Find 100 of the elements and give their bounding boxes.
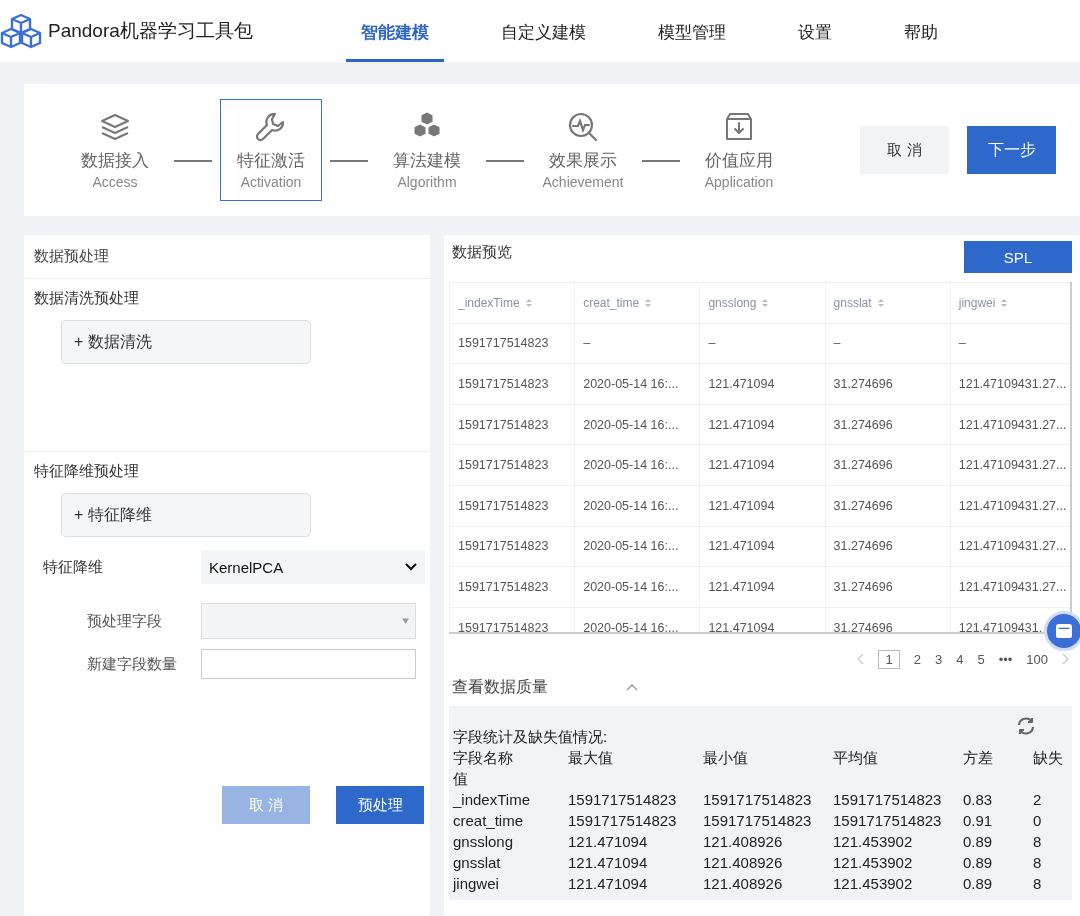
method-select[interactable]: KernelPCA: [201, 550, 425, 584]
add-reduction-button[interactable]: + 特征降维: [61, 493, 311, 537]
cancel-button[interactable]: 取 消: [860, 126, 949, 174]
nav-tab[interactable]: 模型管理: [643, 0, 741, 62]
step-item[interactable]: 特征激活 Activation: [220, 99, 322, 201]
table-cell: 31.274696: [824, 526, 950, 567]
next-step-button[interactable]: 下一步: [967, 126, 1056, 174]
section-heading: 数据清洗预处理: [34, 289, 140, 308]
table-cell: 1591717514823: [449, 404, 575, 445]
table-cell: 121.47109431.27...: [949, 526, 1070, 567]
stats-header-row-text: 字段名称 最大值 最小值 平均值 方差 缺失值: [453, 748, 1064, 789]
table-cell-text: 8: [1033, 832, 1042, 852]
nav-tab[interactable]: 帮助: [889, 0, 953, 62]
table-cell-text: jingwei: [453, 874, 500, 894]
table-cell: 121.471094: [699, 607, 825, 632]
table-cell-text: 121.471094: [568, 853, 649, 873]
table-cell-text: 121.453902: [833, 874, 914, 894]
table-cell: 121.47109431.27...: [949, 567, 1070, 607]
panel-title: 数据预处理: [34, 247, 109, 266]
spl-button[interactable]: SPL: [964, 241, 1072, 273]
table-cell-text: 0.89: [963, 853, 994, 873]
table-cell: 2020-05-14 16:...: [574, 526, 700, 567]
preprocess-button[interactable]: 预处理: [336, 786, 424, 824]
step-item[interactable]: 价值应用 Application: [688, 99, 790, 201]
page-link[interactable]: 5: [977, 651, 985, 667]
table-cell-text: 121.453902: [833, 832, 914, 852]
page-link[interactable]: 4: [956, 651, 964, 667]
table-cell-text: gnsslong: [453, 832, 515, 852]
table-cell-text: 1591717514823: [833, 811, 943, 831]
page-link[interactable]: 100: [1026, 651, 1048, 667]
table-cell-text: 1591717514823: [568, 790, 678, 810]
table-cell: 31.274696: [824, 404, 950, 445]
field-label: 新建字段数量: [86, 654, 178, 674]
table-cell-text: 8: [1033, 853, 1042, 873]
table-cell-text: 1591717514823: [568, 811, 678, 831]
table-cell: 121.471094: [699, 445, 825, 485]
nav-tab[interactable]: 智能建模: [346, 0, 444, 62]
table-cell-text: 121.408926: [703, 874, 784, 894]
table-cell-text: 121.453902: [833, 853, 914, 873]
nav-tab[interactable]: 设置: [783, 0, 847, 62]
table-cell: 2020-05-14 16:...: [574, 364, 700, 404]
page-link[interactable]: 3: [934, 651, 943, 667]
table-cell-text: 121.471094: [568, 874, 649, 894]
page-link[interactable]: 2: [913, 651, 921, 667]
table-cell-text: 0.91: [963, 811, 994, 831]
table-cell: 121.471094: [699, 404, 825, 445]
stats-caption: 字段统计及缺失值情况:: [453, 727, 609, 747]
nav-tab[interactable]: 自定义建模: [486, 0, 601, 62]
field-label: 预处理字段: [86, 611, 163, 631]
table-cell: 121.471094: [699, 364, 825, 404]
table-cell-text: gnsslat: [453, 853, 502, 873]
table-cell: 2020-05-14 16:...: [574, 567, 700, 607]
step-item[interactable]: 数据接入 Access: [64, 99, 166, 201]
table-cell-text: 8: [1033, 874, 1042, 894]
table-cell-text: 0.83: [963, 790, 994, 810]
table-cell-text: 0.89: [963, 832, 994, 852]
table-cell-text: 0: [1033, 811, 1042, 831]
table-cell-text: 0.89: [963, 874, 994, 894]
table-cell: –: [574, 323, 700, 364]
table-cell: 1591717514823: [449, 567, 575, 607]
table-cell: 121.471094: [699, 526, 825, 567]
section-heading: 特征降维预处理: [34, 462, 140, 481]
table-cell: 121.471094: [699, 485, 825, 526]
panel-title: 数据预览: [452, 242, 512, 262]
table-cell: 1591717514823: [449, 607, 575, 632]
table-cell: 1591717514823: [449, 485, 575, 526]
page-link[interactable]: •••: [998, 651, 1013, 667]
table-cell: 31.274696: [824, 607, 950, 632]
table-cell-text: 2: [1033, 790, 1042, 810]
table-cell-text: 121.471094: [568, 832, 649, 852]
table-cell: 121.47109431.27...: [949, 364, 1070, 404]
table-cell: 31.274696: [824, 445, 950, 485]
table-cell-text: 1591717514823: [833, 790, 943, 810]
table-cell: 121.47109431.27...: [949, 485, 1070, 526]
table-cell-text: 121.408926: [703, 832, 784, 852]
table-cell: 2020-05-14 16:...: [574, 404, 700, 445]
table-cell: –: [949, 323, 1070, 364]
table-cell: 31.274696: [824, 364, 950, 404]
table-cell: 2020-05-14 16:...: [574, 607, 700, 632]
step-item[interactable]: 算法建模 Algorithm: [376, 99, 478, 201]
table-cell: 121.47109431.27...: [949, 404, 1070, 445]
table-cell-text: creat_time: [453, 811, 525, 831]
table-cell: –: [824, 323, 950, 364]
table-cell: 31.274696: [824, 485, 950, 526]
field-label: 特征降维: [42, 557, 104, 577]
table-cell-text: 121.408926: [703, 853, 784, 873]
table-cell: 2020-05-14 16:...: [574, 485, 700, 526]
table-cell: –: [699, 323, 825, 364]
table-cell: 121.471094: [699, 567, 825, 607]
section-heading: 查看数据质量: [452, 676, 548, 697]
table-cell: 2020-05-14 16:...: [574, 445, 700, 485]
table-cell-text: 1591717514823: [703, 811, 813, 831]
table-cell: 121.47109431.27...: [949, 445, 1070, 485]
table-cell: 1591717514823: [449, 526, 575, 567]
table-cell: 31.274696: [824, 567, 950, 607]
page-link[interactable]: 1: [878, 649, 900, 669]
table-cell-text: 1591717514823: [703, 790, 813, 810]
add-cleaning-button[interactable]: + 数据清洗: [61, 320, 311, 364]
table-cell: 1591717514823: [449, 364, 575, 404]
step-item[interactable]: 效果展示 Achievement: [532, 99, 634, 201]
